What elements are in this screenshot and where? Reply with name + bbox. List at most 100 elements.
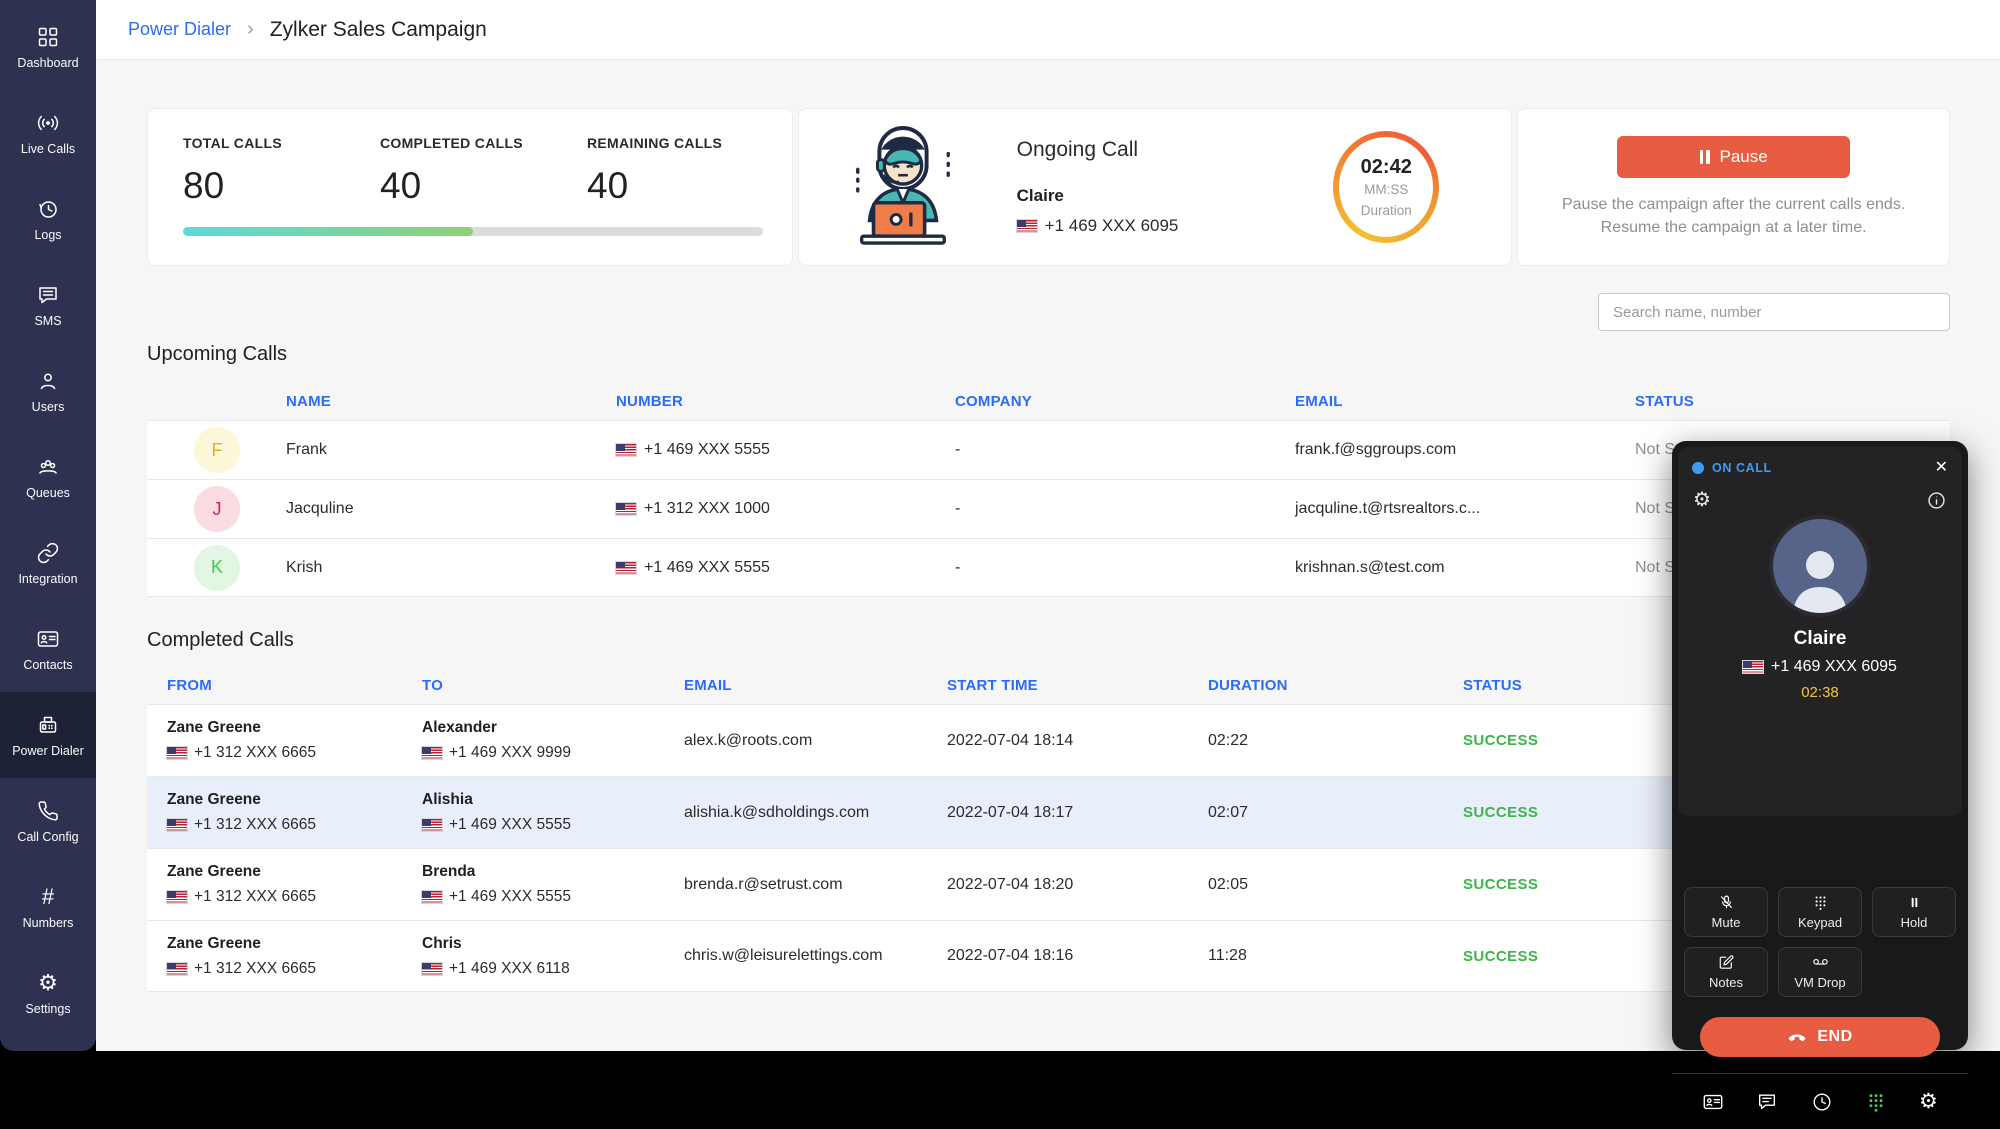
column-header-name: NAME xyxy=(286,393,616,410)
gear-icon[interactable]: ⚙ xyxy=(1693,490,1711,511)
hold-button[interactable]: Hold xyxy=(1872,887,1956,937)
history-clock-icon[interactable] xyxy=(1811,1091,1833,1113)
sidebar-item-settings[interactable]: ⚙ Settings xyxy=(0,950,96,1036)
person-silhouette-icon xyxy=(1783,539,1857,613)
call-start-time: 2022-07-04 18:16 xyxy=(927,947,1188,965)
stat-total-calls: TOTAL CALLS 80 xyxy=(183,135,380,207)
notes-button[interactable]: Notes xyxy=(1684,947,1768,997)
pause-button[interactable]: Pause xyxy=(1617,136,1850,178)
campaign-stats-card: TOTAL CALLS 80 COMPLETED CALLS 40 REMAIN… xyxy=(147,108,793,266)
column-header-to: TO xyxy=(402,677,664,694)
stat-remaining-calls: REMAINING CALLS 40 xyxy=(587,135,722,207)
contact-name: Krish xyxy=(286,559,616,577)
contact-name: Jacquline xyxy=(286,500,616,518)
page-title: Zylker Sales Campaign xyxy=(270,18,487,42)
sidebar-item-queues[interactable]: Queues xyxy=(0,434,96,520)
call-duration: 02:05 xyxy=(1188,876,1443,894)
us-flag-icon xyxy=(422,819,442,831)
call-duration: 02:22 xyxy=(1188,732,1443,750)
ongoing-call-card: Ongoing Call Claire +1 469 XXX 6095 02:4… xyxy=(798,108,1513,266)
agent-illustration xyxy=(844,126,962,248)
us-flag-icon xyxy=(167,819,187,831)
us-flag-icon xyxy=(422,747,442,759)
column-header-email: EMAIL xyxy=(664,677,927,694)
stat-value: 80 xyxy=(183,165,380,207)
call-start-time: 2022-07-04 18:14 xyxy=(927,732,1188,750)
notes-label: Notes xyxy=(1709,975,1743,990)
dialpad-icon[interactable] xyxy=(1865,1091,1887,1113)
sidebar-item-sms[interactable]: SMS xyxy=(0,262,96,348)
call-timer: 02:38 xyxy=(1678,684,1962,701)
call-from: Zane Greene +1 312 XXX 6665 xyxy=(147,719,402,762)
breadcrumb-parent-link[interactable]: Power Dialer xyxy=(128,19,231,40)
summary-cards-row: TOTAL CALLS 80 COMPLETED CALLS 40 REMAIN… xyxy=(147,108,1950,266)
sidebar-item-integration[interactable]: Integration xyxy=(0,520,96,606)
notes-edit-icon xyxy=(1718,954,1735,971)
close-icon[interactable]: ✕ xyxy=(1935,460,1948,476)
sidebar-item-users[interactable]: Users xyxy=(0,348,96,434)
power-dialer-icon xyxy=(36,713,60,737)
us-flag-icon xyxy=(167,747,187,759)
avatar: J xyxy=(194,486,240,532)
sidebar-item-power-dialer[interactable]: Power Dialer xyxy=(0,692,96,778)
contact-email: krishnan.s@test.com xyxy=(1295,559,1635,577)
stat-completed-calls: COMPLETED CALLS 40 xyxy=(380,135,587,207)
caller-number: +1 469 XXX 6095 xyxy=(1678,658,1962,676)
call-widget-icon-row: ⚙ xyxy=(1678,476,1962,511)
sidebar-item-logs[interactable]: Logs xyxy=(0,176,96,262)
contact-name: Frank xyxy=(286,441,616,459)
ongoing-call-title: Ongoing Call xyxy=(1017,138,1179,162)
us-flag-icon xyxy=(422,891,442,903)
keypad-button[interactable]: Keypad xyxy=(1778,887,1862,937)
search-input[interactable] xyxy=(1598,293,1950,331)
call-controls: Mute Keypad Hold Notes VM Drop xyxy=(1684,887,1956,997)
contact-company: - xyxy=(955,441,1295,459)
call-email: alex.k@roots.com xyxy=(664,732,927,750)
contact-company: - xyxy=(955,559,1295,577)
vm-drop-button[interactable]: VM Drop xyxy=(1778,947,1862,997)
sidebar-item-contacts[interactable]: Contacts xyxy=(0,606,96,692)
on-call-status: ON CALL xyxy=(1712,461,1772,475)
stat-value: 40 xyxy=(587,165,722,207)
sidebar-item-label: Users xyxy=(32,400,65,414)
avatar: F xyxy=(194,427,240,473)
contact-card-icon[interactable] xyxy=(1702,1091,1724,1113)
column-header-company: COMPANY xyxy=(955,393,1295,410)
pause-button-label: Pause xyxy=(1720,147,1768,167)
contact-email: jacquline.t@rtsrealtors.c... xyxy=(1295,500,1635,518)
sidebar-item-numbers[interactable]: # Numbers xyxy=(0,864,96,950)
pause-description: Pause the campaign after the current cal… xyxy=(1562,193,1905,239)
integration-link-icon xyxy=(36,541,60,565)
sidebar-item-label: Numbers xyxy=(23,916,74,930)
call-widget-toolbar: ⚙ xyxy=(1672,1073,1968,1129)
us-flag-icon xyxy=(616,562,636,574)
hold-pause-icon xyxy=(1906,894,1923,911)
column-header-duration: DURATION xyxy=(1188,677,1443,694)
call-email: chris.w@leisurelettings.com xyxy=(664,947,927,965)
sidebar-item-live-calls[interactable]: Live Calls xyxy=(0,90,96,176)
end-call-button[interactable]: END xyxy=(1700,1017,1940,1057)
call-from: Zane Greene +1 312 XXX 6665 xyxy=(147,791,402,834)
contact-number: +1 312 XXX 1000 xyxy=(616,500,955,518)
chat-icon[interactable] xyxy=(1756,1091,1778,1113)
sidebar-item-dashboard[interactable]: Dashboard xyxy=(0,4,96,90)
call-widget: ON CALL ✕ ⚙ Claire +1 469 XXX 6095 02:38… xyxy=(1672,441,1968,1050)
us-flag-icon xyxy=(1743,661,1763,673)
campaign-progress-fill xyxy=(183,227,473,236)
pause-icon xyxy=(1700,150,1710,164)
sidebar-item-label: SMS xyxy=(34,314,61,328)
mute-button[interactable]: Mute xyxy=(1684,887,1768,937)
gear-icon[interactable]: ⚙ xyxy=(1919,1091,1938,1112)
users-icon xyxy=(36,369,60,393)
us-flag-icon xyxy=(422,963,442,975)
us-flag-icon xyxy=(616,444,636,456)
us-flag-icon xyxy=(1017,220,1037,232)
info-icon[interactable] xyxy=(1926,490,1947,511)
call-to: Chris +1 469 XXX 6118 xyxy=(402,935,664,978)
upcoming-calls-title: Upcoming Calls xyxy=(147,343,1950,366)
call-start-time: 2022-07-04 18:17 xyxy=(927,804,1188,822)
call-duration-label: Duration xyxy=(1361,203,1412,218)
sidebar-item-call-config[interactable]: Call Config xyxy=(0,778,96,864)
voicemail-icon xyxy=(1812,954,1829,971)
us-flag-icon xyxy=(616,503,636,515)
